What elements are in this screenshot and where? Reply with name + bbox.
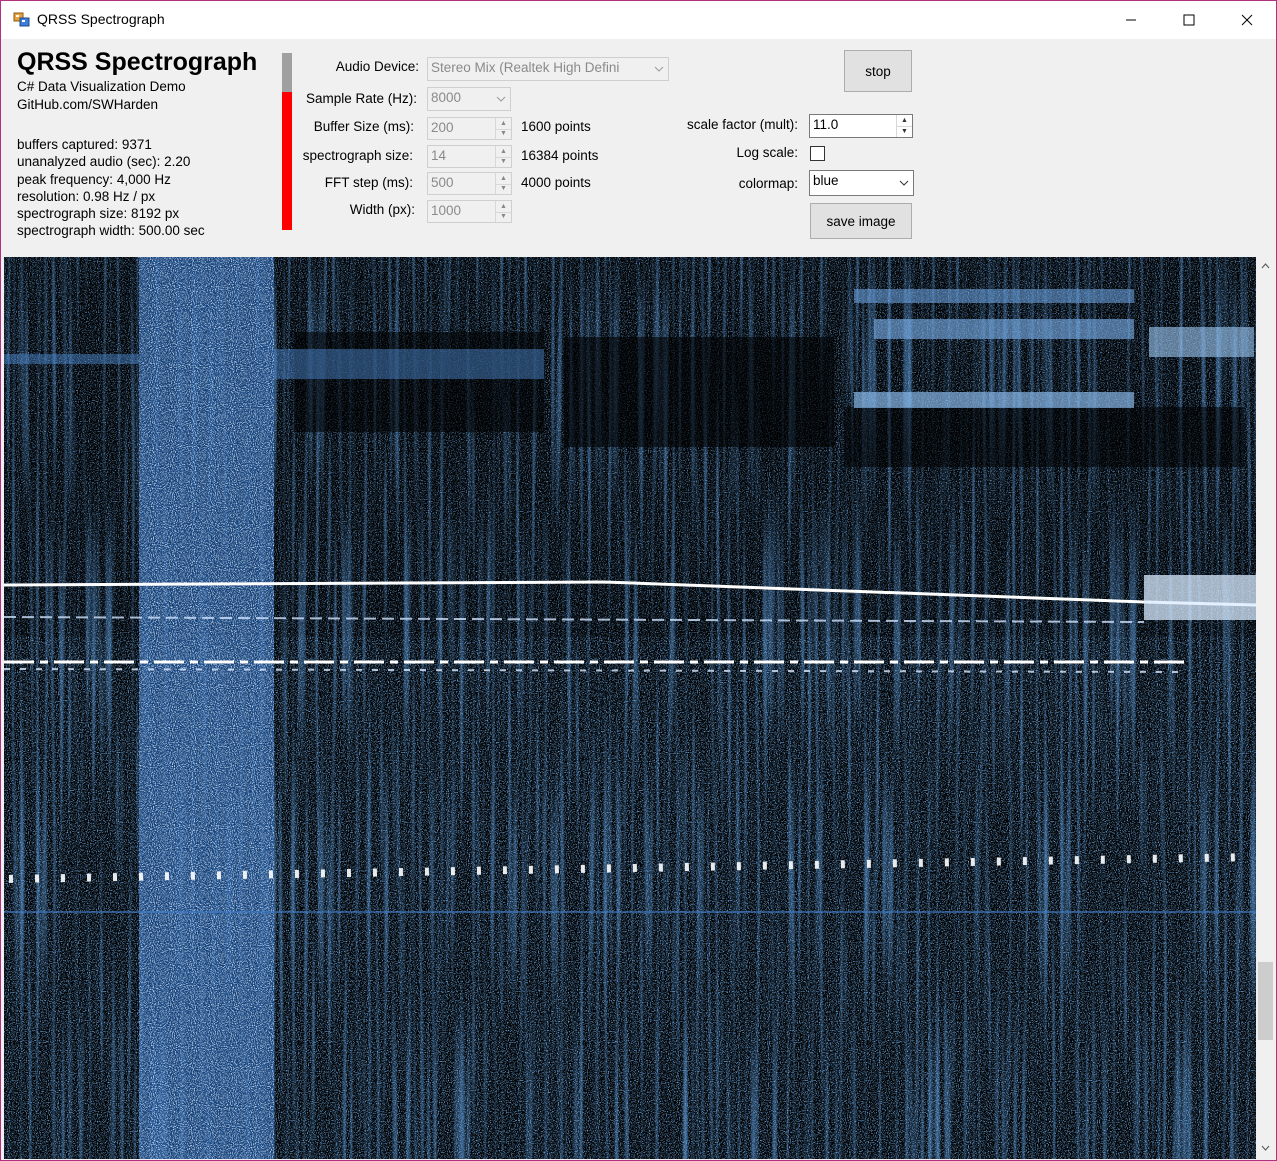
scroll-down-icon[interactable] — [1261, 1145, 1270, 1151]
title-bar: QRSS Spectrograph — [1, 1, 1276, 39]
chevron-down-icon — [650, 58, 668, 80]
resolution: resolution: 0.98 Hz / px — [17, 189, 156, 204]
log-scale-label: Log scale: — [736, 145, 798, 160]
width-value: 1000 — [431, 203, 462, 218]
log-scale-checkbox[interactable] — [810, 146, 825, 161]
app-window: QRSS Spectrograph QRSS Spectrograph C# D… — [0, 0, 1277, 1161]
unanalyzed-audio: unanalyzed audio (sec): 2.20 — [17, 154, 191, 169]
vertical-scrollbar[interactable] — [1256, 257, 1275, 1159]
sample-rate-select[interactable]: 8000 — [427, 87, 511, 111]
github-link[interactable]: GitHub.com/SWHarden — [17, 97, 158, 112]
spectrogram-view — [4, 257, 1256, 1159]
spectrograph-size-value: 14 — [431, 148, 447, 163]
minimize-icon — [1126, 19, 1136, 21]
width-stepper[interactable]: 1000 ▲ ▼ — [427, 200, 512, 223]
sample-rate-label: Sample Rate (Hz): — [305, 91, 417, 106]
subtitle: C# Data Visualization Demo — [17, 79, 186, 94]
buffer-size-value: 200 — [431, 120, 454, 135]
scroll-up-icon[interactable] — [1261, 263, 1270, 269]
app-title: QRSS Spectrograph — [17, 48, 258, 76]
spin-down-icon[interactable]: ▼ — [496, 184, 511, 195]
app-icon — [13, 12, 30, 27]
scrollbar-thumb[interactable] — [1258, 962, 1273, 1040]
scale-factor-label: scale factor (mult): — [686, 117, 798, 132]
spectrograph-width-info: spectrograph width: 500.00 sec — [17, 223, 205, 238]
minimize-button[interactable] — [1102, 1, 1160, 39]
fft-step-points: 4000 points — [521, 175, 591, 190]
spin-down-icon[interactable]: ▼ — [897, 126, 912, 137]
colormap-label: colormap: — [738, 176, 798, 191]
spectrograph-size-label: spectrograph size: — [302, 148, 413, 163]
colormap-value: blue — [813, 173, 839, 188]
fft-step-value: 500 — [431, 175, 454, 190]
stop-button[interactable]: stop — [844, 50, 912, 92]
fft-step-label: FFT step (ms): — [324, 175, 413, 190]
spectrograph-size-info: spectrograph size: 8192 px — [17, 206, 180, 221]
peak-frequency: peak frequency: 4,000 Hz — [17, 172, 171, 187]
colormap-select[interactable]: blue — [809, 170, 914, 196]
spectrograph-size-points: 16384 points — [521, 148, 599, 163]
audio-device-select[interactable]: Stereo Mix (Realtek High Defini — [427, 57, 669, 81]
fft-step-stepper[interactable]: 500 ▲ ▼ — [427, 172, 512, 195]
spin-down-icon[interactable]: ▼ — [496, 129, 511, 140]
buffers-captured: buffers captured: 9371 — [17, 137, 152, 152]
width-label: Width (px): — [349, 202, 415, 217]
scale-factor-stepper[interactable]: 11.0 ▲ ▼ — [809, 114, 913, 138]
window-title: QRSS Spectrograph — [37, 11, 165, 27]
buffer-size-stepper[interactable]: 200 ▲ ▼ — [427, 117, 512, 140]
save-image-button[interactable]: save image — [810, 203, 912, 239]
close-button[interactable] — [1218, 1, 1276, 39]
buffer-size-points: 1600 points — [521, 119, 591, 134]
sample-rate-value: 8000 — [431, 90, 462, 105]
spectrogram-image — [4, 257, 1256, 1159]
maximize-icon — [1183, 14, 1195, 26]
spin-down-icon[interactable]: ▼ — [496, 157, 511, 168]
close-icon — [1241, 14, 1253, 26]
spectrograph-size-stepper[interactable]: 14 ▲ ▼ — [427, 145, 512, 168]
spin-down-icon[interactable]: ▼ — [496, 212, 511, 223]
chevron-down-icon — [492, 88, 510, 110]
audio-device-label: Audio Device: — [335, 59, 419, 74]
maximize-button[interactable] — [1160, 1, 1218, 39]
chevron-down-icon — [895, 171, 913, 195]
scale-factor-value: 11.0 — [813, 117, 839, 132]
audio-device-value: Stereo Mix (Realtek High Defini — [431, 60, 620, 75]
buffer-size-label: Buffer Size (ms): — [313, 119, 414, 134]
